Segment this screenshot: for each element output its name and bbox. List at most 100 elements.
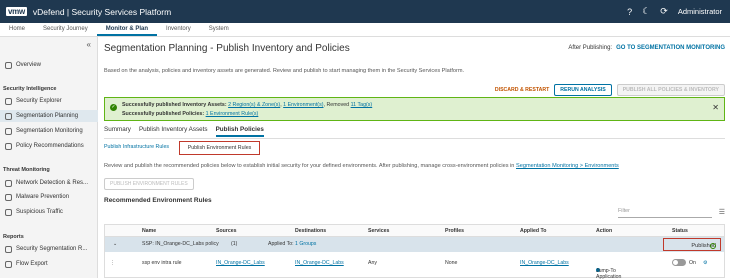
row-menu-icon[interactable]: ⋮	[110, 260, 115, 266]
close-icon[interactable]: ✕	[712, 103, 719, 112]
rule-destination[interactable]: IN_Orange-DC_Labs	[295, 260, 344, 266]
sidebar-item-label: Segmentation Monitoring	[16, 128, 83, 134]
report-icon	[5, 245, 12, 253]
group-applied-link[interactable]: 1 Groups	[295, 241, 316, 247]
sidebar-item-segmentation-planning[interactable]: Segmentation Planning	[0, 110, 98, 122]
rule-enabled-toggle[interactable]	[672, 259, 686, 266]
sidebar-item-policy-recommendations[interactable]: Policy Recommendations	[0, 140, 98, 152]
sidebar-item-label: Overview	[16, 62, 42, 68]
col-destinations: Destinations	[295, 228, 327, 234]
policies-description: Review and publish the recommended polic…	[104, 163, 619, 169]
notifications-icon[interactable]: ⟳	[660, 6, 668, 17]
page-description: Based on the analysis, policies and inve…	[104, 68, 465, 74]
success-check-icon: ✓	[110, 104, 117, 111]
go-to-monitoring-link[interactable]: GO TO SEGMENTATION MONITORING	[616, 45, 725, 51]
col-status: Status	[672, 228, 688, 234]
after-publishing-label: After Publishing:	[568, 45, 613, 51]
sidebar-item-label: Segmentation Planning	[16, 113, 79, 119]
explorer-icon	[5, 97, 12, 105]
section-title: Recommended Environment Rules	[104, 197, 212, 204]
tab-home[interactable]: Home	[0, 23, 34, 36]
tab-publish-policies[interactable]: Publish Policies	[215, 126, 264, 137]
subtab-infrastructure-rules[interactable]: Publish Infrastructure Rules	[104, 144, 169, 150]
rules-table: Name Sources Destinations Services Profi…	[104, 224, 725, 280]
sidebar-item-label: Security Explorer	[16, 98, 62, 104]
settings-gear-icon[interactable]: ⚙	[703, 260, 708, 266]
policy-group-row[interactable]: ⌄ SSP: IN_Orange-DC_Labs policy (1) Appl…	[105, 237, 724, 252]
rule-service: Any	[368, 260, 377, 266]
tab-monitor-plan[interactable]: Monitor & Plan	[96, 23, 158, 36]
sidebar-item-suspicious-traffic[interactable]: Suspicious Traffic	[0, 206, 98, 218]
table-row: ⋮ ssp env intra rule IN_Orange-DC_Labs I…	[105, 252, 724, 280]
sidebar-item-label: Flow Export	[16, 261, 48, 267]
sidebar-section-security-intelligence: Security Intelligence	[3, 86, 57, 92]
rule-action-text: Jump-To Application	[596, 268, 622, 280]
sidebar-item-security-explorer[interactable]: Security Explorer	[0, 95, 98, 107]
environment-rules-link[interactable]: 1 Environment Rule(s)	[206, 111, 259, 117]
chevron-down-icon[interactable]: ⌄	[113, 241, 117, 247]
subtab-environment-rules[interactable]: Publish Environment Rules	[179, 141, 260, 155]
tab-system[interactable]: System	[200, 23, 238, 36]
col-name: Name	[142, 228, 157, 234]
tab-publish-inventory[interactable]: Publish Inventory Assets	[139, 126, 208, 137]
after-publishing: After Publishing: GO TO SEGMENTATION MONI…	[568, 45, 725, 51]
sidebar-item-malware-prevention[interactable]: Malware Prevention	[0, 191, 98, 203]
sidebar-item-segmentation-report[interactable]: Security Segmentation R...	[0, 243, 98, 255]
col-profiles: Profiles	[445, 228, 465, 234]
sidebar-section-reports: Reports	[3, 234, 24, 240]
traffic-icon	[5, 208, 12, 216]
sidebar-section-threat-monitoring: Threat Monitoring	[3, 167, 50, 173]
tab-summary[interactable]: Summary	[104, 126, 131, 137]
environments-link[interactable]: 1 Environment(s)	[283, 102, 323, 108]
vmware-logo: vmw	[6, 7, 27, 16]
rerun-analysis-button[interactable]: RERUN ANALYSIS	[554, 84, 612, 96]
regions-zones-link[interactable]: 2 Region(s) & Zone(s)	[228, 102, 280, 108]
publish-tabs: Summary Publish Inventory Assets Publish…	[104, 126, 264, 137]
discard-restart-button[interactable]: DISCARD & RESTART	[495, 87, 549, 93]
tab-security-journey[interactable]: Security Journey	[34, 23, 97, 36]
group-count: (1)	[231, 241, 238, 247]
main-content: Segmentation Planning - Publish Inventor…	[99, 37, 730, 280]
filter-icon[interactable]: ☰	[719, 208, 725, 216]
planning-icon	[5, 112, 12, 120]
network-icon	[5, 179, 12, 187]
page-title: Segmentation Planning - Publish Inventor…	[104, 43, 350, 54]
check-circle-icon: ✓	[710, 243, 716, 249]
alert-removed-label: Removed	[326, 102, 350, 108]
sidebar-item-flow-export[interactable]: Flow Export	[0, 258, 98, 270]
main-nav: Home Security Journey Monitor & Plan Inv…	[0, 23, 730, 37]
rule-applied-to[interactable]: IN_Orange-DC_Labs	[520, 260, 569, 266]
sidebar-item-label: Suspicious Traffic	[16, 209, 63, 215]
rule-profile: None	[445, 260, 458, 266]
help-icon[interactable]: ?	[627, 7, 632, 17]
sidebar-item-label: Security Segmentation R...	[16, 246, 88, 252]
theme-moon-icon[interactable]: ☾	[642, 6, 650, 17]
sidebar-item-overview[interactable]: Overview	[0, 59, 98, 71]
user-menu[interactable]: Administrator	[678, 7, 722, 16]
col-services: Services	[368, 228, 390, 234]
rule-source[interactable]: IN_Orange-DC_Labs	[216, 260, 265, 266]
monitoring-icon	[5, 127, 12, 135]
divider	[104, 138, 725, 139]
collapse-sidebar-icon[interactable]: «	[87, 40, 91, 49]
col-sources: Sources	[216, 228, 237, 234]
alert-prefix: Successfully published Policies:	[122, 111, 205, 117]
sidebar-item-segmentation-monitoring[interactable]: Segmentation Monitoring	[0, 125, 98, 137]
alert-prefix: Successfully published Inventory Assets:	[122, 102, 227, 108]
top-icons: ? ☾ ⟳ Administrator	[627, 0, 722, 23]
col-action: Action	[596, 228, 613, 234]
col-applied-to: Applied To	[520, 228, 547, 234]
group-name: SSP: IN_Orange-DC_Labs policy	[142, 241, 219, 247]
sidebar-item-network-detection[interactable]: Network Detection & Res...	[0, 177, 98, 189]
sidebar-item-label: Network Detection & Res...	[16, 180, 89, 186]
table-header: Name Sources Destinations Services Profi…	[105, 225, 724, 237]
filter-input[interactable]: Filter	[618, 208, 712, 218]
publish-all-button[interactable]: PUBLISH ALL POLICIES & INVENTORY	[616, 84, 725, 96]
environments-monitoring-link[interactable]: Segmentation Monitoring > Environments	[516, 163, 619, 169]
publish-environment-rules-button[interactable]: PUBLISH ENVIRONMENT RULES	[104, 178, 194, 190]
tags-link[interactable]: 11 Tag(s)	[351, 102, 373, 108]
alert-line-policies: Successfully published Policies: 1 Envir…	[122, 111, 258, 117]
app-title: vDefend | Security Services Platform	[32, 6, 172, 17]
tab-inventory[interactable]: Inventory	[157, 23, 200, 36]
policy-icon	[5, 142, 12, 150]
